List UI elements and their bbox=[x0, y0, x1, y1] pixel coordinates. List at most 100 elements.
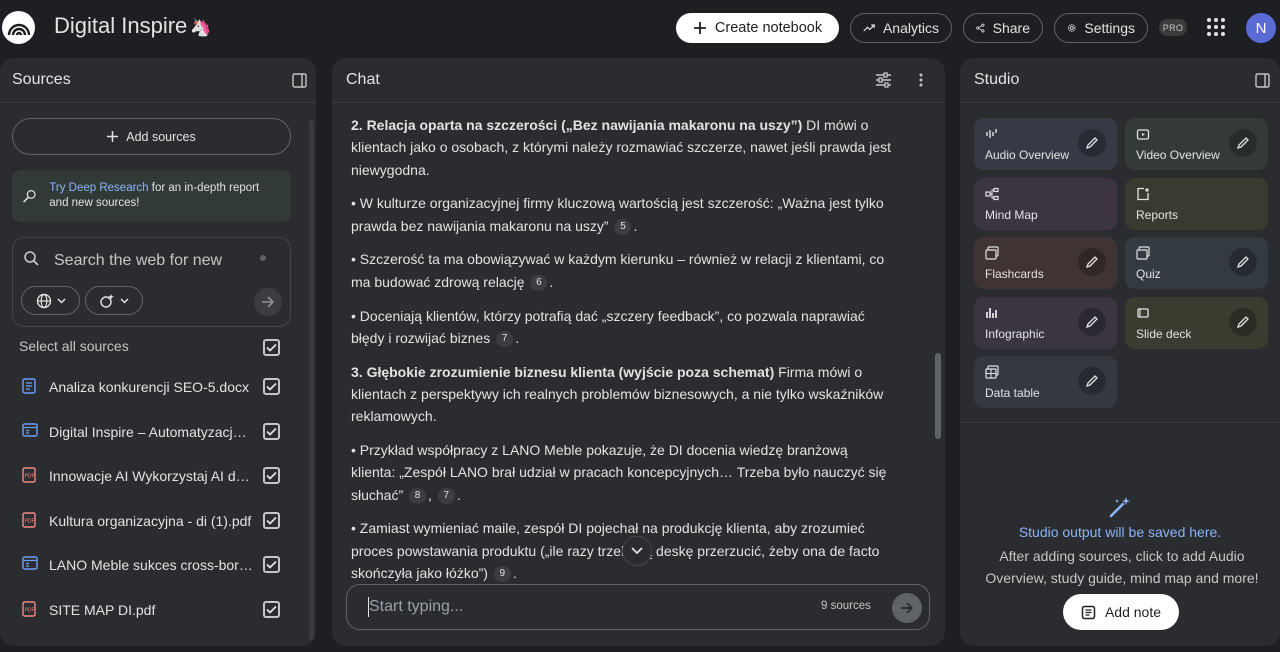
chat-input[interactable]: Start typing... 9 sources bbox=[346, 584, 930, 630]
data-table-icon bbox=[985, 365, 999, 379]
chat-scrollbar[interactable] bbox=[935, 353, 941, 439]
more-vert-icon[interactable] bbox=[917, 72, 925, 88]
svg-text:PDF: PDF bbox=[25, 608, 35, 614]
deep-research-banner[interactable]: Try Deep Research for an in-depth report… bbox=[12, 170, 291, 222]
source-item[interactable]: PDF Kultura organizacyjna - di (1).pdf bbox=[0, 499, 316, 543]
slide-deck-tile[interactable]: Slide deck bbox=[1125, 297, 1268, 349]
source-name: Innowacje AI Wykorzystaj AI do automatyz… bbox=[49, 468, 254, 484]
citation-chip[interactable]: 7 bbox=[437, 487, 455, 504]
apps-grid-icon[interactable] bbox=[1205, 16, 1227, 38]
notebook-title-text: Digital Inspire bbox=[54, 13, 188, 38]
edit-button[interactable] bbox=[1078, 367, 1106, 395]
avatar[interactable]: N bbox=[1246, 13, 1276, 43]
sources-panel: Sources Add sources Try Deep Research fo… bbox=[0, 58, 316, 646]
note-icon bbox=[1081, 605, 1096, 619]
video-icon bbox=[1136, 129, 1150, 140]
search-submit-button[interactable] bbox=[254, 288, 282, 316]
flashcards-tile[interactable]: Flashcards bbox=[974, 237, 1117, 289]
trending-icon bbox=[863, 24, 875, 32]
pencil-icon bbox=[1236, 256, 1249, 269]
reports-tile[interactable]: Reports bbox=[1125, 178, 1268, 230]
studio-empty-title: Studio output will be saved here. bbox=[1018, 524, 1222, 540]
select-all-checkbox[interactable] bbox=[263, 339, 280, 356]
reports-icon bbox=[1137, 187, 1149, 201]
citation-chip[interactable]: 7 bbox=[496, 331, 514, 348]
section-heading: 3. Głębokie zrozumienie biznesu klienta … bbox=[351, 363, 775, 380]
edit-button[interactable] bbox=[1229, 129, 1257, 157]
source-checkbox[interactable] bbox=[263, 512, 280, 529]
data-table-tile[interactable]: Data table bbox=[974, 356, 1117, 408]
send-button[interactable] bbox=[892, 593, 922, 623]
edit-button[interactable] bbox=[1078, 248, 1106, 276]
edit-button[interactable] bbox=[1078, 129, 1106, 157]
settings-button[interactable]: Settings bbox=[1054, 13, 1148, 43]
citation-chip[interactable]: 8 bbox=[409, 487, 427, 504]
gear-icon bbox=[1067, 24, 1076, 32]
source-item[interactable]: Digital Inspire – Automatyzacja i Konsul… bbox=[0, 410, 316, 454]
web-icon bbox=[22, 556, 38, 573]
source-checkbox[interactable] bbox=[263, 423, 280, 440]
source-checkbox[interactable] bbox=[263, 556, 280, 573]
edit-button[interactable] bbox=[1229, 248, 1257, 276]
source-name: SITE MAP DI.pdf bbox=[49, 602, 156, 618]
pencil-icon bbox=[1236, 316, 1249, 329]
studio-divider bbox=[960, 102, 1280, 103]
infographic-icon bbox=[986, 308, 997, 318]
slide-deck-icon bbox=[1137, 308, 1149, 318]
paragraph-text: • Szczerość ta ma obowiązywać w każdym k… bbox=[351, 251, 885, 290]
infographic-tile[interactable]: Infographic bbox=[974, 297, 1117, 349]
source-item[interactable]: PDF Innowacje AI Wykorzystaj AI do autom… bbox=[0, 454, 316, 498]
web-search-input[interactable]: Search the web for new bbox=[54, 252, 222, 270]
chat-message: 2. Relacja oparta na szczerości („Bez na… bbox=[351, 114, 891, 596]
create-notebook-button[interactable]: Create notebook bbox=[676, 13, 839, 43]
pencil-icon bbox=[1085, 137, 1098, 150]
source-checkbox[interactable] bbox=[263, 467, 280, 484]
quiz-tile[interactable]: Quiz bbox=[1125, 237, 1268, 289]
web-search-box: Search the web for new bbox=[12, 237, 291, 327]
paragraph-text: • Zamiast wymieniać maile, zespół DI poj… bbox=[351, 520, 880, 582]
tune-icon[interactable] bbox=[875, 72, 892, 88]
edit-button[interactable] bbox=[1229, 308, 1257, 336]
collapse-panel-icon[interactable] bbox=[292, 73, 307, 88]
audio-overview-tile[interactable]: Audio Overview bbox=[974, 118, 1117, 170]
deep-research-link[interactable]: Try Deep Research bbox=[49, 182, 148, 194]
source-checkbox[interactable] bbox=[263, 378, 280, 395]
share-icon bbox=[976, 23, 985, 33]
chat-paragraph: • Przykład współpracy z LANO Meble pokaz… bbox=[351, 442, 887, 504]
add-sources-button[interactable]: Add sources bbox=[12, 118, 291, 155]
source-item[interactable]: PDF SITE MAP DI.pdf bbox=[0, 588, 316, 632]
research-mode-dropdown[interactable] bbox=[85, 286, 143, 315]
source-item[interactable]: Analiza konkurencji SEO-5.docx bbox=[0, 365, 316, 409]
citation-chip[interactable]: 6 bbox=[530, 275, 548, 292]
source-checkbox[interactable] bbox=[263, 601, 280, 618]
edit-button[interactable] bbox=[1078, 308, 1106, 336]
studio-empty-description: After adding sources, click to add Audio… bbox=[985, 548, 1259, 586]
section-heading: 2. Relacja oparta na szczerości („Bez na… bbox=[351, 117, 803, 133]
checkmark-icon bbox=[266, 605, 277, 614]
pdf-icon: PDF bbox=[22, 601, 38, 618]
svg-text:PDF: PDF bbox=[25, 474, 35, 480]
video-overview-tile[interactable]: Video Overview bbox=[1125, 118, 1268, 170]
web-source-dropdown[interactable] bbox=[21, 286, 80, 315]
chat-panel: Chat 2. Relacja oparta na szczerości („B… bbox=[332, 58, 945, 646]
tile-label: Reports bbox=[1136, 208, 1179, 222]
citation-chip[interactable]: 9 bbox=[493, 566, 511, 583]
mind-map-tile[interactable]: Mind Map bbox=[974, 178, 1117, 230]
sources-scrollbar[interactable] bbox=[309, 120, 314, 640]
tile-label: Audio Overview bbox=[985, 148, 1070, 162]
share-button[interactable]: Share bbox=[963, 13, 1043, 43]
tile-label: Data table bbox=[985, 386, 1040, 400]
scroll-to-bottom-button[interactable] bbox=[622, 536, 652, 566]
notebooklm-logo[interactable] bbox=[2, 11, 35, 44]
source-item[interactable]: LANO Meble sukces cross-border bbox=[0, 543, 316, 587]
citation-chip[interactable]: 5 bbox=[614, 218, 632, 235]
collapse-panel-icon[interactable] bbox=[1255, 73, 1270, 88]
tile-label: Quiz bbox=[1136, 267, 1161, 281]
chevron-down-icon bbox=[631, 547, 643, 555]
analytics-label: Analytics bbox=[882, 20, 939, 36]
notebook-title[interactable]: Digital Inspire 🦄 bbox=[54, 13, 211, 39]
chat-paragraph: 3. Głębokie zrozumienie biznesu klienta … bbox=[351, 361, 891, 428]
analytics-button[interactable]: Analytics bbox=[850, 13, 952, 43]
pro-badge: PRO bbox=[1159, 19, 1187, 36]
add-note-button[interactable]: Add note bbox=[1063, 594, 1179, 630]
